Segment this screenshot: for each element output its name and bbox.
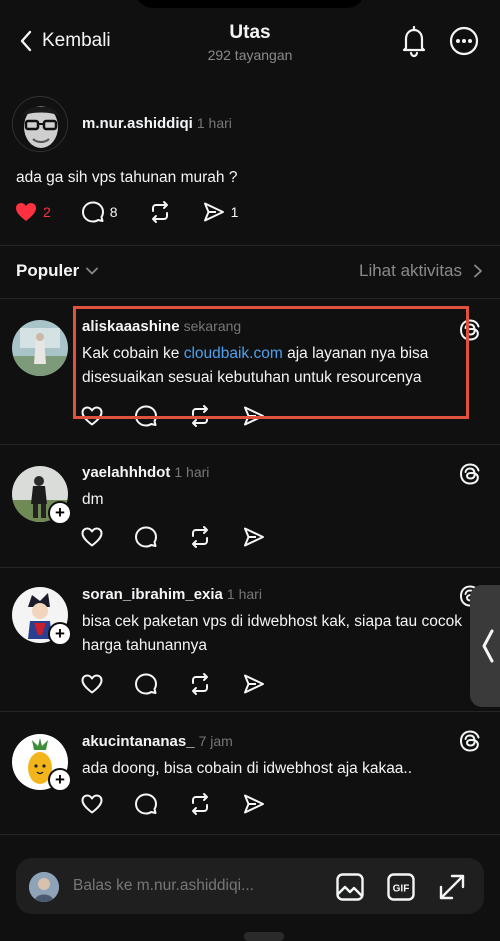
avatar[interactable]	[12, 96, 68, 152]
profile-picture	[12, 320, 68, 376]
reply-author[interactable]: soran_ibrahim_exia 1 hari	[82, 586, 262, 603]
expand-icon[interactable]	[437, 872, 467, 902]
post-actions: 2 8 1	[14, 200, 268, 224]
like-button[interactable]: 2	[14, 200, 51, 224]
comment-icon[interactable]	[134, 672, 158, 696]
divider	[0, 245, 500, 246]
side-panel-handle[interactable]	[470, 585, 500, 707]
reply-composer[interactable]: Balas ke m.nur.ashiddiqi... GIF	[16, 858, 484, 914]
comment-icon[interactable]	[134, 792, 158, 816]
sort-dropdown[interactable]: Populer	[16, 261, 99, 281]
follow-button[interactable]: +	[48, 501, 72, 525]
threads-icon[interactable]	[458, 729, 482, 753]
follow-button[interactable]: +	[48, 768, 72, 792]
share-count: 1	[230, 204, 239, 220]
sort-label: Populer	[16, 261, 80, 280]
username[interactable]: m.nur.ashiddiqi	[82, 115, 193, 132]
reply-author[interactable]: akucintananas_ 7 jam	[82, 733, 233, 750]
divider	[0, 444, 500, 445]
timestamp: 1 hari	[226, 586, 262, 602]
heart-icon[interactable]	[80, 792, 104, 816]
plus-icon: +	[55, 770, 65, 789]
comment-count: 8	[109, 204, 118, 220]
chevron-left-icon	[482, 629, 494, 663]
repost-icon[interactable]	[188, 672, 212, 696]
send-icon	[203, 202, 224, 222]
divider	[0, 711, 500, 712]
heart-filled-icon	[16, 203, 36, 221]
heart-icon[interactable]	[80, 525, 104, 549]
more-options-icon[interactable]	[448, 25, 480, 57]
divider	[0, 298, 500, 299]
reply-text: ada doong, bisa cobain di idwebhost aja …	[82, 760, 413, 777]
gif-icon[interactable]: GIF	[386, 872, 416, 902]
comment-icon[interactable]	[134, 525, 158, 549]
repost-icon	[151, 201, 168, 223]
timestamp: 7 jam	[198, 733, 233, 749]
svg-text:GIF: GIF	[393, 884, 410, 895]
comment-icon	[81, 201, 104, 223]
sort-bar: Populer Lihat aktivitas	[16, 261, 484, 281]
repost-icon[interactable]	[188, 792, 212, 816]
profile-picture	[13, 97, 67, 151]
view-activity-label: Lihat aktivitas	[359, 261, 462, 280]
home-indicator	[244, 932, 284, 941]
username[interactable]: soran_ibrahim_exia	[82, 586, 223, 603]
profile-picture	[29, 872, 59, 902]
repost-icon[interactable]	[188, 525, 212, 549]
post-author[interactable]: m.nur.ashiddiqi 1 hari	[82, 115, 232, 132]
divider	[0, 834, 500, 835]
chevron-down-icon	[86, 267, 99, 275]
timestamp: 1 hari	[196, 115, 232, 131]
share-button[interactable]: 1	[202, 200, 239, 224]
username[interactable]: akucintananas_	[82, 733, 195, 750]
reply-actions	[80, 672, 266, 696]
image-icon[interactable]	[335, 872, 365, 902]
reply-actions	[80, 792, 266, 816]
heart-icon[interactable]	[80, 672, 104, 696]
reply-input[interactable]: Balas ke m.nur.ashiddiqi...	[73, 877, 254, 895]
threads-icon[interactable]	[458, 462, 482, 486]
reply-text: dm	[82, 491, 104, 508]
send-icon[interactable]	[242, 525, 266, 549]
reply-author[interactable]: yaelahhhdot 1 hari	[82, 464, 209, 481]
avatar	[29, 872, 59, 902]
reply-actions	[80, 525, 266, 549]
reply-text: bisa cek paketan vps di idwebhost kak, s…	[82, 613, 462, 654]
bell-icon[interactable]	[398, 24, 430, 58]
timestamp: 1 hari	[174, 464, 210, 480]
username[interactable]: yaelahhhdot	[82, 464, 170, 481]
divider	[0, 567, 500, 568]
repost-button[interactable]	[148, 200, 172, 224]
view-activity-link[interactable]: Lihat aktivitas	[359, 261, 484, 281]
top-bar: Kembali Utas 292 tayangan	[0, 0, 500, 80]
chevron-right-icon	[474, 264, 482, 278]
highlight-box	[73, 306, 469, 419]
follow-button[interactable]: +	[48, 622, 72, 646]
comment-button[interactable]: 8	[81, 200, 118, 224]
post-text: ada ga sih vps tahunan murah ?	[16, 169, 238, 186]
avatar[interactable]	[12, 320, 68, 376]
plus-icon: +	[55, 503, 65, 522]
like-count: 2	[43, 204, 51, 220]
plus-icon: +	[55, 624, 65, 643]
send-icon[interactable]	[242, 672, 266, 696]
send-icon[interactable]	[242, 792, 266, 816]
